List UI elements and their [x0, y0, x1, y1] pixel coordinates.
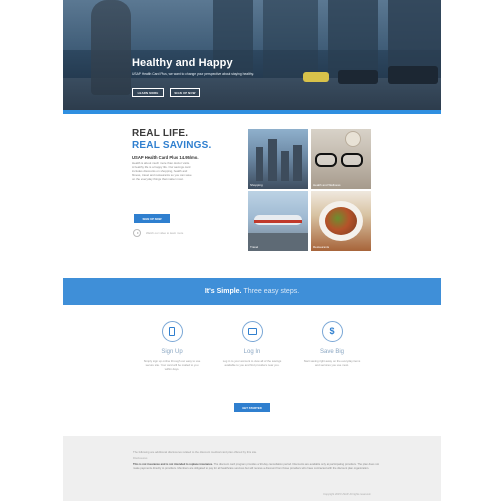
video-link[interactable]: Watch our video to learn more	[133, 229, 183, 237]
learn-more-button[interactable]: LEARN MORE	[132, 88, 164, 97]
dollar-icon: $	[329, 326, 335, 336]
salad	[325, 207, 357, 235]
simple-steps-banner: It's Simple. Three easy steps.	[63, 278, 441, 305]
step-description: Log in to your account to view all of th…	[222, 359, 282, 367]
tile-restaurants[interactable]: Restaurants	[311, 191, 371, 251]
step-save-big: $ Save Big Start saving right away on th…	[292, 321, 372, 367]
hero-building	[263, 0, 318, 82]
plan-price: USAP Health Card Plus 14.95/mo.	[132, 155, 199, 160]
hero-subtitle: USAP Health Card Plus, we want to change…	[132, 72, 254, 76]
screen-icon	[247, 328, 257, 335]
hero-title: Healthy and Happy	[132, 57, 233, 69]
step-icon-circle: $	[321, 321, 343, 342]
tile-travel[interactable]: Travel	[248, 191, 308, 251]
footer-intro: The following are additional disclosures…	[133, 450, 258, 454]
savings-heading-line1: REAL LIFE.	[132, 128, 189, 139]
city-tower	[293, 145, 302, 181]
tile-label: Health and Wellness	[313, 183, 341, 187]
card-icon	[169, 327, 175, 336]
tile-label: Travel	[250, 245, 259, 249]
savings-description: Health is about much more than doctor vi…	[132, 161, 192, 181]
get-started-button[interactable]: GET STARTED	[234, 403, 270, 412]
step-title: Sign Up	[161, 349, 183, 355]
hero-car	[388, 66, 438, 84]
footer-disclosures-heading: Disclosures	[133, 456, 148, 460]
tile-label: Restaurants	[313, 245, 330, 249]
pill-bottle	[345, 131, 361, 147]
hero-accent-bar	[63, 110, 441, 114]
tile-shopping[interactable]: Shopping	[248, 129, 308, 189]
video-link-text: Watch our video to learn more	[146, 231, 184, 235]
city-tower	[281, 151, 289, 181]
step-description: Simply sign up online through our easy t…	[143, 359, 201, 371]
banner-bold: It's Simple.	[204, 288, 242, 295]
savings-heading-line2: REAL SAVINGS.	[132, 140, 212, 151]
banner-light: Three easy steps.	[243, 288, 300, 295]
copyright: Copyright 2015 USAP. All rights reserved…	[323, 493, 371, 496]
glasses-lens-right	[341, 153, 363, 167]
hero-banner: Healthy and Happy USAP Health Card Plus,…	[63, 0, 441, 114]
hero-car	[338, 70, 378, 84]
footer-disclaimer: This is not insurance and is not intende…	[133, 463, 383, 470]
tile-label: Shopping	[250, 183, 263, 187]
hero-walker	[91, 0, 131, 95]
city-tower	[256, 147, 263, 181]
hero-building	[328, 0, 378, 80]
step-log-in: Log In Log in to your account to view al…	[212, 321, 292, 367]
footer: The following are additional disclosures…	[63, 436, 441, 501]
city-tower	[268, 139, 277, 181]
plane-stripe	[254, 220, 302, 223]
step-description: Start saving right away on the everyday …	[303, 359, 361, 367]
hero-sign-up-button[interactable]: SIGN UP NOW	[170, 88, 200, 97]
play-icon	[133, 229, 141, 237]
disclaimer-bold: This is not insurance and is not intende…	[133, 463, 213, 466]
step-icon-circle	[161, 321, 183, 342]
step-icon-circle	[241, 321, 263, 342]
step-sign-up: Sign Up Simply sign up online through ou…	[132, 321, 212, 371]
glasses-lens-left	[315, 153, 337, 167]
savings-sign-up-button[interactable]: SIGN UP NOW	[134, 214, 170, 223]
page: Healthy and Happy USAP Health Card Plus,…	[63, 0, 441, 501]
step-title: Save Big	[319, 349, 344, 355]
tile-health-wellness[interactable]: Health and Wellness	[311, 129, 371, 189]
step-title: Log In	[243, 349, 261, 355]
